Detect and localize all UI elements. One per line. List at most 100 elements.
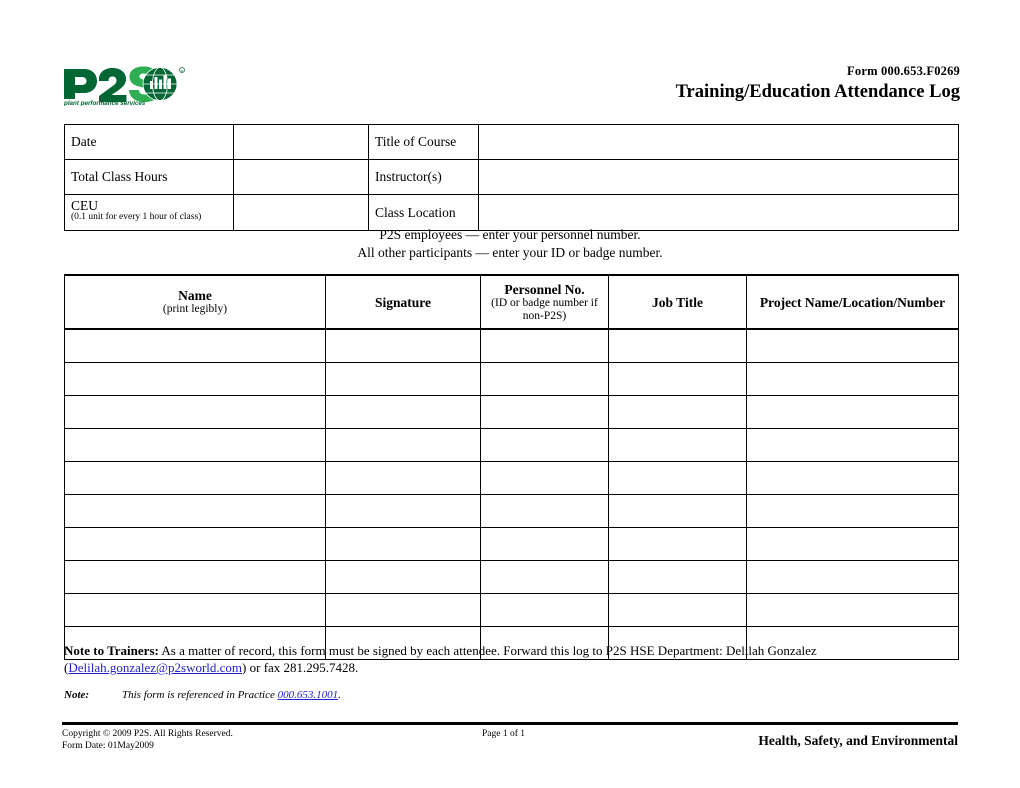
p2s-logo-icon: R plant performance services [63,66,185,106]
column-header-name-sub: (print legibly) [162,303,228,315]
header-titles: Form 000.653.F0269 Training/Education At… [676,64,960,103]
attendance-cell[interactable] [64,527,326,561]
p2s-logo: R plant performance services [62,66,187,106]
attendance-cell[interactable] [608,328,747,363]
note-practice-text: This form is referenced in Practice [122,689,278,701]
footer-page-number: Page 1 of 1 [482,729,526,739]
info-field-instructors[interactable] [478,159,959,195]
attendance-cell[interactable] [480,395,609,429]
info-field-total-class-hours[interactable] [233,159,369,195]
attendance-cell[interactable] [325,527,481,561]
footer-department: Health, Safety, and Environmental [758,733,958,748]
attendance-cell[interactable] [608,560,747,594]
table-row [64,362,959,396]
attendance-cell[interactable] [480,461,609,495]
info-label-total-class-hours: Total Class Hours [64,159,234,195]
table-row [64,328,959,363]
attendance-cell[interactable] [746,527,959,561]
note-practice-reference: Note: This form is referenced in Practice… [64,688,964,702]
attendance-cell[interactable] [608,527,747,561]
attendance-cell[interactable] [480,593,609,627]
info-label-ceu-main: CEU [71,198,98,213]
info-field-title-of-course[interactable] [478,124,959,160]
attendance-cell[interactable] [64,428,326,462]
trainer-email-link[interactable]: Delilah.gonzalez@p2sworld.com [68,660,242,675]
attendance-cell[interactable] [325,428,481,462]
practice-reference-link[interactable]: 000.653.1001 [278,689,339,701]
attendance-cell[interactable] [608,494,747,528]
info-label-ceu-sub: (0.1 unit for every 1 hour of class) [71,212,202,222]
attendance-cell[interactable] [64,362,326,396]
note-practice-period: . [338,689,341,701]
table-row [64,593,959,627]
attendance-cell[interactable] [480,494,609,528]
info-label-title-of-course: Title of Course [368,124,479,160]
attendance-cell[interactable] [64,494,326,528]
column-header-project-title: Project Name/Location/Number [759,294,946,310]
column-header-job-title: Job Title [608,274,747,330]
notes-block: Note to Trainers: As a matter of record,… [64,642,964,702]
note-to-trainers: Note to Trainers: As a matter of record,… [64,642,964,676]
table-row [64,395,959,429]
instruction-line-1: P2S employees — enter your personnel num… [379,227,641,242]
form-number: Form 000.653.F0269 [847,64,960,78]
note-to-trainers-text: As a matter of record, this form must be… [161,643,817,658]
attendance-cell[interactable] [480,428,609,462]
attendance-cell[interactable] [325,593,481,627]
table-row [64,560,959,594]
attendance-cell[interactable] [64,328,326,363]
info-label-date: Date [64,124,234,160]
attendance-cell[interactable] [746,461,959,495]
note-to-trainers-text-2: ) or fax 281.295.7428. [242,660,359,675]
attendance-cell[interactable] [608,395,747,429]
attendance-cell[interactable] [608,428,747,462]
attendance-cell[interactable] [480,328,609,363]
attendance-cell[interactable] [64,593,326,627]
attendance-cell[interactable] [608,593,747,627]
column-header-job-title-title: Job Title [652,294,703,310]
column-header-project: Project Name/Location/Number [746,274,959,330]
note-to-trainers-label: Note to Trainers: [64,643,159,658]
attendance-cell[interactable] [325,494,481,528]
attendance-cell[interactable] [325,395,481,429]
attendance-cell[interactable] [746,494,959,528]
attendance-cell[interactable] [325,328,481,363]
attendance-cell[interactable] [325,362,481,396]
attendance-cell[interactable] [480,362,609,396]
document-page: R plant performance services Form 000.65… [0,0,1020,788]
attendance-cell[interactable] [325,461,481,495]
info-row-total-class-hours: Total Class Hours Instructor(s) [64,159,959,195]
page-header: R plant performance services Form 000.65… [0,58,1020,116]
attendance-cell[interactable] [746,428,959,462]
attendance-cell[interactable] [325,560,481,594]
attendance-table-body [64,328,959,660]
attendance-cell[interactable] [480,527,609,561]
footer-divider [62,722,958,725]
column-header-name-title: Name [178,288,212,303]
attendance-cell[interactable] [746,328,959,363]
info-row-date: Date Title of Course [64,124,959,160]
footer-copyright: Copyright © 2009 P2S. All Rights Reserve… [62,729,233,739]
footer-form-date: Form Date: 01May2009 [62,740,154,751]
attendance-cell[interactable] [64,560,326,594]
course-info-table: Date Title of Course Total Class Hours I… [64,124,959,231]
attendance-cell[interactable] [608,362,747,396]
attendance-table: Name (print legibly) Signature Personnel… [64,274,959,660]
attendance-cell[interactable] [64,395,326,429]
table-row [64,527,959,561]
attendance-cell[interactable] [746,593,959,627]
svg-text:plant performance services: plant performance services [63,100,146,106]
info-field-date[interactable] [233,124,369,160]
page-footer: Copyright © 2009 P2S. All Rights Reserve… [62,729,958,769]
column-header-personnel-no-title: Personnel No. [504,281,585,297]
info-label-instructors: Instructor(s) [368,159,479,195]
table-row [64,428,959,462]
attendance-cell[interactable] [746,395,959,429]
attendance-cell[interactable] [608,461,747,495]
table-row [64,494,959,528]
attendance-cell[interactable] [746,362,959,396]
attendance-cell[interactable] [480,560,609,594]
attendance-cell[interactable] [746,560,959,594]
column-header-personnel-no-sub: (ID or badge number if non-P2S) [491,296,598,322]
attendance-cell[interactable] [64,461,326,495]
